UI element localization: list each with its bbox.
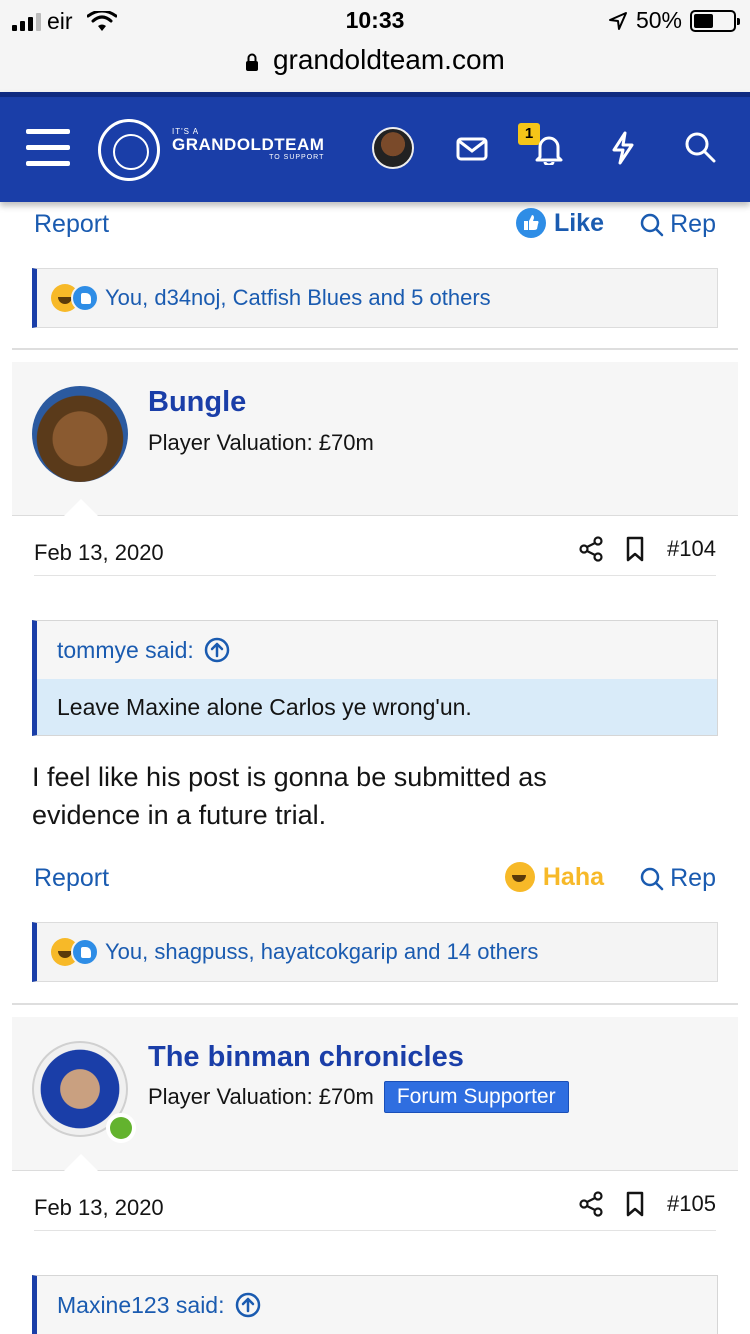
reactions-summary: You, shagpuss, hayatcokgarip and 14 othe… xyxy=(105,939,539,964)
share-icon[interactable] xyxy=(579,1191,603,1217)
reply-search-icon xyxy=(640,867,664,890)
post-body: I feel like his post is gonna be submitt… xyxy=(32,758,722,834)
reaction-icons xyxy=(51,284,99,312)
author-valuation-row: Player Valuation: £70m Forum Supporter xyxy=(148,1081,569,1113)
site-header: IT'S A GRANDOLDTEAM TO SUPPORT 1 xyxy=(0,92,750,202)
author-notch xyxy=(63,1153,99,1171)
reactions-summary: You, d34noj, Catfish Blues and 5 others xyxy=(105,285,491,310)
online-status-icon xyxy=(106,1113,136,1143)
report-link[interactable]: Report xyxy=(34,210,109,239)
share-icon[interactable] xyxy=(579,536,603,562)
author-valuation: Player Valuation: £70m xyxy=(148,430,374,455)
haha-icon xyxy=(504,862,535,892)
meta-divider xyxy=(34,575,716,576)
prev-post-actions: Report Like Rep xyxy=(34,206,716,246)
account-avatar[interactable] xyxy=(372,127,414,169)
battery-icon xyxy=(690,9,740,32)
search-icon[interactable] xyxy=(684,131,716,163)
post-reactions-bar[interactable]: You, shagpuss, hayatcokgarip and 14 othe… xyxy=(32,922,718,982)
reply-label: Rep xyxy=(670,864,716,892)
reply-search-icon xyxy=(640,213,664,236)
status-right: 50% xyxy=(608,7,740,34)
prev-post-reactions-bar[interactable]: You, d34noj, Catfish Blues and 5 others xyxy=(32,268,718,328)
reaction-icons xyxy=(51,938,99,966)
author-name[interactable]: The binman chronicles xyxy=(148,1041,464,1074)
post-divider xyxy=(12,348,738,350)
like-icon xyxy=(515,208,546,238)
bookmark-icon[interactable] xyxy=(625,536,645,562)
quote-block: Maxine123 said: xyxy=(32,1275,718,1334)
inbox-icon[interactable] xyxy=(456,137,488,161)
brand-name: GRANDOLDTEAM xyxy=(172,135,325,154)
reply-link[interactable]: Rep xyxy=(640,210,716,239)
post-number[interactable]: #105 xyxy=(667,1191,716,1217)
quote-author: tommye said: xyxy=(57,636,194,663)
location-arrow-icon xyxy=(608,11,627,30)
post-author-block: Bungle Player Valuation: £70m xyxy=(12,362,738,516)
post-divider xyxy=(12,1003,738,1005)
post-meta: Feb 13, 2020 #104 xyxy=(34,532,716,572)
haha-button[interactable]: Haha xyxy=(504,862,604,892)
battery-percent: 50% xyxy=(635,7,682,33)
site-logo[interactable]: IT'S A GRANDOLDTEAM TO SUPPORT xyxy=(172,127,324,161)
post-date[interactable]: Feb 13, 2020 xyxy=(34,1195,164,1221)
like-reaction-icon xyxy=(71,284,99,312)
author-name[interactable]: Bungle xyxy=(148,386,246,419)
like-button[interactable]: Like xyxy=(515,208,604,238)
author-avatar[interactable] xyxy=(32,386,128,482)
meta-divider xyxy=(34,1230,716,1231)
forum-supporter-badge: Forum Supporter xyxy=(383,1081,569,1113)
post-body-line: evidence in a future trial. xyxy=(32,800,327,830)
quote-text: Leave Maxine alone Carlos ye wrong'un. xyxy=(37,679,717,735)
quote-header[interactable]: tommye said: xyxy=(37,621,717,679)
post-date[interactable]: Feb 13, 2020 xyxy=(34,540,164,566)
post-actions: Report Haha Rep xyxy=(34,860,716,900)
post-author-block: The binman chronicles Player Valuation: … xyxy=(12,1017,738,1171)
reply-link[interactable]: Rep xyxy=(640,864,716,893)
quote-author: Maxine123 said: xyxy=(57,1291,225,1318)
crest-logo-icon[interactable] xyxy=(98,119,160,181)
post-meta-icons: #105 xyxy=(579,1191,716,1217)
brand-tagline-bottom: TO SUPPORT xyxy=(269,154,325,161)
quote-header[interactable]: Maxine123 said: xyxy=(37,1276,717,1334)
post-number[interactable]: #104 xyxy=(667,536,716,562)
post-meta: Feb 13, 2020 #105 xyxy=(34,1187,716,1227)
lightning-icon[interactable] xyxy=(610,131,636,165)
post-meta-icons: #104 xyxy=(579,536,716,562)
quote-block: tommye said: Leave Maxine alone Carlos y… xyxy=(32,620,718,736)
author-notch xyxy=(63,498,99,516)
address-bar[interactable]: grandoldteam.com xyxy=(0,40,750,92)
status-bar: eir 10:33 50% xyxy=(0,0,750,40)
like-reaction-icon xyxy=(71,938,99,966)
bell-icon[interactable] xyxy=(534,133,564,165)
like-label: Like xyxy=(553,208,604,237)
arrow-up-circle-icon[interactable] xyxy=(204,637,230,663)
url-text: grandoldteam.com xyxy=(272,44,505,75)
bookmark-icon[interactable] xyxy=(625,1191,645,1217)
arrow-up-circle-icon[interactable] xyxy=(235,1292,261,1318)
reply-label: Rep xyxy=(670,210,716,238)
report-link[interactable]: Report xyxy=(34,864,109,893)
author-valuation: Player Valuation: £70m xyxy=(148,1084,374,1109)
menu-icon[interactable] xyxy=(26,129,70,177)
lock-icon xyxy=(246,53,259,71)
haha-label: Haha xyxy=(542,862,604,891)
post-body-line: I feel like his post is gonna be submitt… xyxy=(32,762,547,792)
